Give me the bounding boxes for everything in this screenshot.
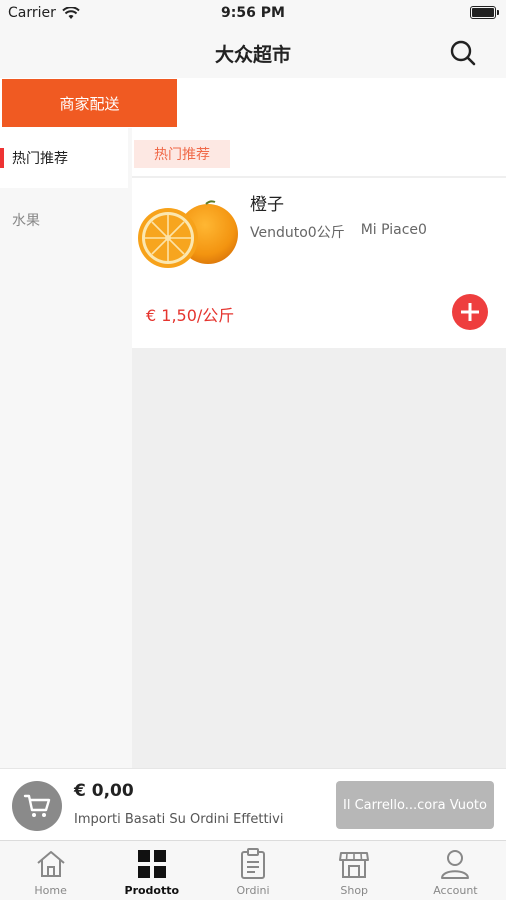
clipboard-icon xyxy=(241,848,265,879)
cart-bar: € 0,00 Importi Basati Su Ordini Effettiv… xyxy=(0,768,506,840)
tab-label: Shop xyxy=(340,884,369,897)
page-title: 大众超市 xyxy=(214,44,291,66)
section-header: 热门推荐 xyxy=(132,128,506,176)
product-stats: Venduto0公斤 Mi Piace0 xyxy=(250,222,427,242)
product-sold: Venduto0公斤 xyxy=(250,225,345,241)
tab-account[interactable]: Account xyxy=(405,841,506,900)
cart-note: Importi Basati Su Ordini Effettivi xyxy=(74,812,284,827)
tab-home[interactable]: Home xyxy=(0,841,101,900)
product-name: 橙子 xyxy=(250,195,284,215)
add-to-cart-button[interactable] xyxy=(452,294,488,330)
sidebar-item-fruit[interactable]: 水果 xyxy=(0,190,128,250)
tab-label: Account xyxy=(433,884,478,897)
screen: Carrier 9:56 PM 大众超市 商家配送 热门推荐 水果 热门推荐 橙… xyxy=(0,0,506,900)
cart-button[interactable] xyxy=(12,781,62,831)
delivery-tab-merchant[interactable]: 商家配送 xyxy=(2,79,177,127)
home-icon xyxy=(36,851,65,877)
sidebar-item-hot[interactable]: 热门推荐 xyxy=(0,128,128,188)
person-icon xyxy=(441,850,470,879)
tab-shop[interactable]: Shop xyxy=(304,841,405,900)
nav-bar: 大众超市 xyxy=(0,28,506,78)
product-price: € 1,50/公斤 xyxy=(146,306,235,325)
tab-label: Home xyxy=(34,884,67,897)
tab-label: Prodotto xyxy=(124,884,180,897)
tab-label: Ordini xyxy=(236,884,270,897)
category-sidebar: 热门推荐 水果 xyxy=(0,128,128,768)
section-tag: 热门推荐 xyxy=(134,140,230,168)
checkout-button[interactable]: Il Carrello...cora Vuoto xyxy=(336,781,494,829)
tab-bar: Home Prodotto Ordini Shop Account xyxy=(0,840,506,900)
sidebar-item-label: 水果 xyxy=(12,213,40,229)
tab-prodotto[interactable]: Prodotto xyxy=(101,841,202,900)
cart-icon xyxy=(23,794,51,817)
battery-icon xyxy=(470,6,499,19)
product-content: 热门推荐 橙子 Venduto0公斤 Mi Piace0 € 1,50/公斤 xyxy=(132,128,506,768)
search-icon[interactable] xyxy=(448,38,478,68)
store-icon xyxy=(339,852,370,878)
product-likes: Mi Piace0 xyxy=(360,222,427,238)
status-bar: Carrier 9:56 PM xyxy=(0,0,506,28)
product-card[interactable]: 橙子 Venduto0公斤 Mi Piace0 € 1,50/公斤 xyxy=(132,178,506,348)
grid-icon xyxy=(137,850,166,878)
tab-ordini[interactable]: Ordini xyxy=(202,841,303,900)
delivery-mode-bar: 商家配送 xyxy=(0,78,506,128)
orange-image xyxy=(138,200,238,268)
clock: 9:56 PM xyxy=(221,5,285,21)
cart-total: € 0,00 xyxy=(74,781,134,801)
sidebar-item-label: 热门推荐 xyxy=(12,151,68,167)
